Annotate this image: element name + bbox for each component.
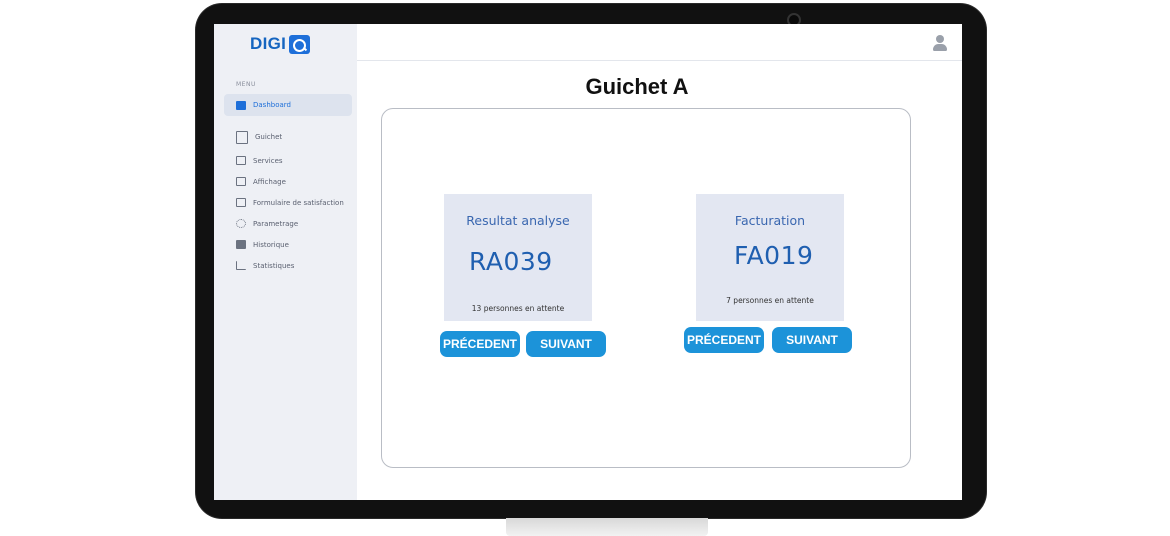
avatar-head <box>936 35 944 43</box>
display-icon <box>236 177 246 186</box>
sidebar-item-services[interactable]: Services <box>224 150 352 171</box>
next-button[interactable]: SUIVANT <box>772 327 852 353</box>
next-button[interactable]: SUIVANT <box>526 331 606 357</box>
sidebar-nav: Dashboard Guichet Services Affichage For… <box>224 94 352 276</box>
chart-icon <box>236 261 246 270</box>
tickets-panel: Resultat analyse RA039 13 personnes en a… <box>381 108 911 468</box>
avatar-body <box>933 44 947 51</box>
sidebar-item-affichage[interactable]: Affichage <box>224 171 352 192</box>
sidebar-item-formulaire[interactable]: Formulaire de satisfaction <box>224 192 352 213</box>
sidebar-item-label: Affichage <box>253 177 286 186</box>
screen: DIGI MENU Dashboard Guichet Services Aff… <box>214 24 962 500</box>
page-title: Guichet A <box>585 74 689 99</box>
sidebar-item-label: Guichet <box>255 133 283 141</box>
user-icon[interactable] <box>933 35 947 51</box>
ticket-number: RA039 <box>469 247 553 276</box>
sidebar-item-guichet[interactable]: Guichet <box>224 124 352 150</box>
sidebar-item-historique[interactable]: Historique <box>224 234 352 255</box>
form-icon <box>236 198 246 207</box>
sidebar: DIGI MENU Dashboard Guichet Services Aff… <box>214 24 357 500</box>
dashboard-icon <box>236 100 246 110</box>
waiting-count: 7 personnes en attente <box>726 296 814 305</box>
sidebar-item-label: Services <box>253 156 283 165</box>
top-bar <box>357 24 962 61</box>
waiting-count: 13 personnes en attente <box>471 304 565 313</box>
previous-button[interactable]: PRÉCEDENT <box>440 331 520 357</box>
ticket-card-resultat: Resultat analyse RA039 13 personnes en a… <box>444 194 592 321</box>
guichet-icon <box>236 130 248 144</box>
sidebar-item-label: Statistiques <box>253 261 295 270</box>
sidebar-item-dashboard[interactable]: Dashboard <box>224 94 352 116</box>
sidebar-item-parametrage[interactable]: Parametrage <box>224 213 352 234</box>
ticket-service-label: Facturation <box>734 213 806 228</box>
ticket-number: FA019 <box>734 241 814 270</box>
ticket-card-facturation: Facturation FA019 7 personnes en attente <box>696 194 844 321</box>
sidebar-item-label: Dashboard <box>253 101 291 109</box>
monitor-stand <box>506 518 708 536</box>
sidebar-item-label: Historique <box>253 240 289 249</box>
services-icon <box>236 156 246 165</box>
sidebar-item-label: Parametrage <box>253 219 299 228</box>
brand-logo[interactable]: DIGI <box>250 34 311 54</box>
previous-button[interactable]: PRÉCEDENT <box>684 327 764 353</box>
brand-text: DIGI <box>250 34 287 53</box>
brand-q-icon <box>289 34 311 54</box>
gear-icon <box>236 219 246 228</box>
sidebar-item-label: Formulaire de satisfaction <box>253 198 344 207</box>
menu-caption: MENU <box>236 81 256 88</box>
ticket-service-label: Resultat analyse <box>466 213 570 228</box>
sidebar-item-statistiques[interactable]: Statistiques <box>224 255 352 276</box>
history-icon <box>236 240 246 249</box>
